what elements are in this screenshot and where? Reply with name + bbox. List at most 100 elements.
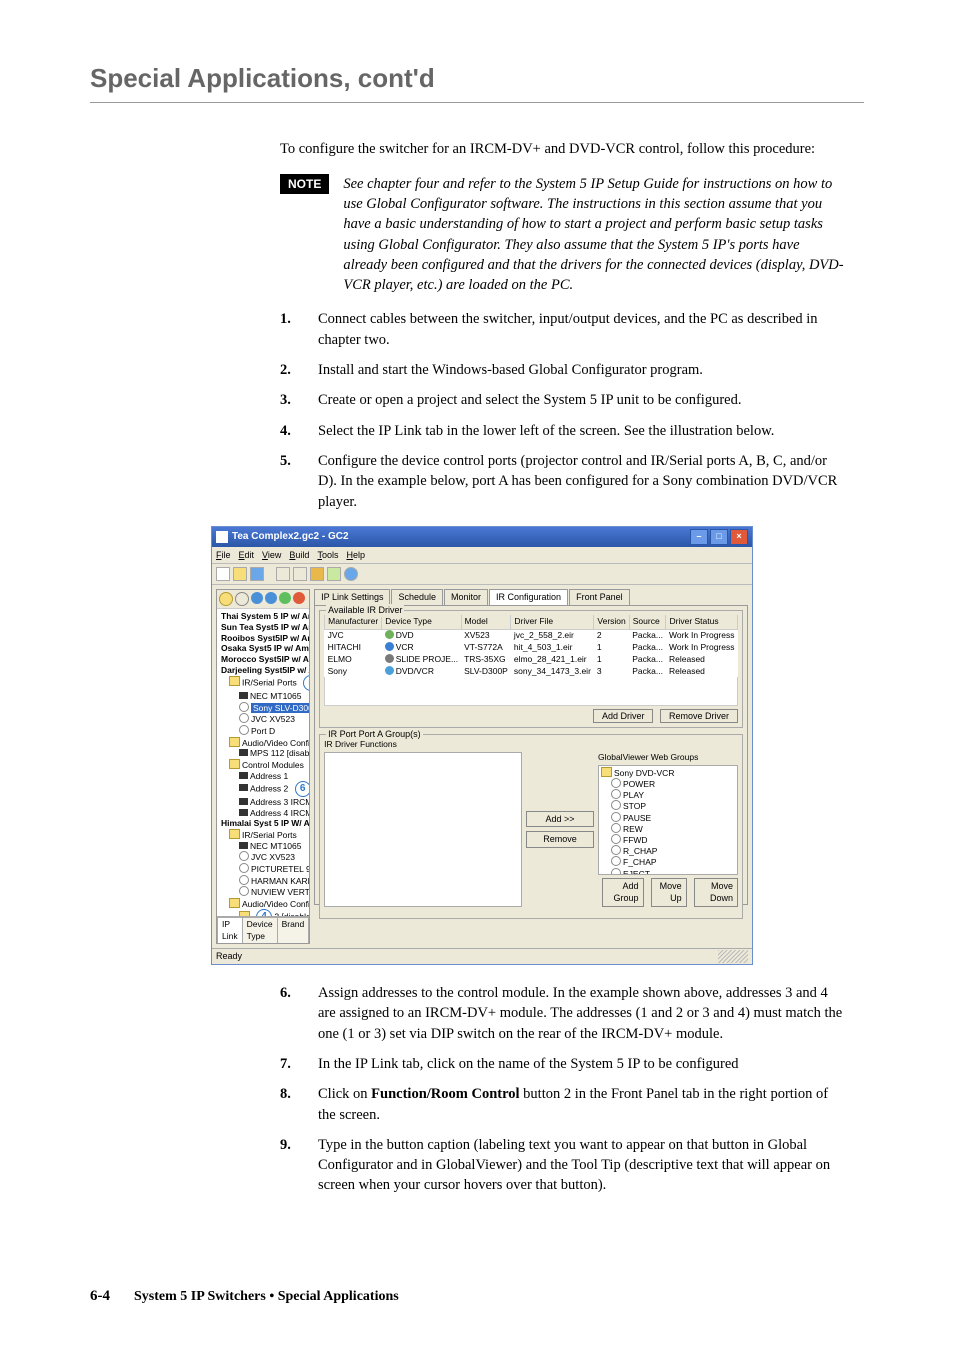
tree-node[interactable]: IR/Serial Ports [219,829,307,841]
tree-node[interactable]: JVC XV523 [219,713,307,725]
menu-build[interactable]: Build [289,550,309,560]
gv-item[interactable]: POWER [601,778,735,789]
menu-file[interactable]: File [216,550,231,560]
gv-item[interactable]: STOP [601,800,735,811]
gv-folder[interactable]: Sony DVD-VCR [601,767,735,778]
tab-ip-link-settings[interactable]: IP Link Settings [314,589,390,605]
plus-icon[interactable] [279,592,291,604]
add-button[interactable]: Add >> [526,811,594,828]
help-icon[interactable] [344,567,358,581]
tree-node[interactable]: HARMAN KARDON HK-3270 [219,875,307,887]
tree-node[interactable]: Darjeeling Syst5IP w/ Amp : 10.13.199 [219,665,307,676]
ir-port-label: IR Port Port A Group(s) [326,728,423,741]
tree-node[interactable]: Address 2 6 [219,781,307,797]
new-icon[interactable] [216,567,230,581]
tree-node[interactable]: PICTURETEL 960 [219,863,307,875]
tree-node[interactable]: NEC MT1065 [219,691,307,702]
menu-help[interactable]: Help [346,550,365,560]
tree-node[interactable]: Control Modules [219,759,307,771]
add-group-button[interactable]: Add Group [602,878,644,907]
maximize-button[interactable]: □ [710,529,728,545]
left-toolbar[interactable] [217,590,309,609]
minimize-button[interactable]: – [690,529,708,545]
cut-icon[interactable] [276,567,290,581]
column-header[interactable]: Driver Status [666,615,738,629]
remove-button[interactable]: Remove [526,831,594,848]
tree-node[interactable]: Morocco Syst5IP w/ Amp : 10.13.199. [219,654,307,665]
tab-device-type[interactable]: Device Type [242,917,278,944]
tab-ir-configuration[interactable]: IR Configuration [489,589,568,605]
ir-functions-list[interactable] [324,752,522,907]
steps-list-b: 6.Assign addresses to the control module… [280,983,844,1196]
toolbar[interactable] [212,564,752,585]
tab-front-panel[interactable]: Front Panel [569,589,630,605]
tree-node[interactable]: NUVIEW VERTICAL BLIND [219,886,307,898]
tool-icon[interactable] [235,592,249,606]
up-icon[interactable] [265,592,277,604]
tree-node[interactable]: Thai System 5 IP w/ Amp : 10.13.199. [219,611,307,622]
tab-ip-link[interactable]: IP Link [217,917,243,944]
tree-node[interactable]: Himalai Syst 5 IP W/ Amp : 10.13.199.2 [219,818,307,829]
tree-node[interactable]: MPS 112 [disabled] [219,748,307,759]
tree-node[interactable]: Port D [219,725,307,737]
add-folder-icon[interactable] [219,592,233,606]
menu-tools[interactable]: Tools [317,550,338,560]
tree-node[interactable]: Sun Tea Syst5 IP w/ Amp : 10.13.199. [219,622,307,633]
tree-node[interactable]: Address 1 [219,771,307,782]
gv-item[interactable]: REW [601,823,735,834]
close-button[interactable]: × [730,529,748,545]
column-header[interactable]: Device Type [382,615,461,629]
column-header[interactable]: Driver File [511,615,594,629]
column-header[interactable]: Model [461,615,511,629]
right-tabs[interactable]: IP Link SettingsScheduleMonitorIR Config… [314,589,748,605]
gv-item[interactable]: PLAY [601,789,735,800]
menubar[interactable]: File Edit View Build Tools Help [212,547,752,565]
tree-node[interactable]: JVC XV523 [219,851,307,863]
left-panel: Thai System 5 IP w/ Amp : 10.13.199.Sun … [216,589,310,944]
minus-icon[interactable] [293,592,305,604]
save-icon[interactable] [250,567,264,581]
resize-grip[interactable] [718,950,748,963]
tab-brand[interactable]: Brand [277,917,310,944]
tree-node[interactable]: Sony SLV-D300P [219,702,307,714]
tree-node[interactable]: Audio/Video Configuration [219,898,307,910]
table-row[interactable]: HITACHIVCRVT-S772Ahit_4_503_1.eir1Packa.… [325,642,738,654]
table-row[interactable]: ELMOSLIDE PROJE...TRS-35XGelmo_28_421_1.… [325,654,738,666]
tab-schedule[interactable]: Schedule [391,589,443,605]
driver-table[interactable]: ManufacturerDevice TypeModelDriver FileV… [324,615,738,677]
tab-monitor[interactable]: Monitor [444,589,488,605]
move-down-button[interactable]: Move Down [694,878,738,907]
gv-groups-list[interactable]: Sony DVD-VCRPOWERPLAYSTOPPAUSEREWFFWDR_C… [598,765,738,875]
paste-icon[interactable] [310,567,324,581]
tree-node[interactable]: NEC MT1065 [219,841,307,852]
tree-node[interactable]: Audio/Video Configuration [219,737,307,749]
add-driver-button[interactable]: Add Driver [593,709,654,723]
build-icon[interactable] [327,567,341,581]
column-header[interactable]: Source [629,615,666,629]
menu-view[interactable]: View [262,550,281,560]
column-header[interactable]: Version [594,615,629,629]
gv-item[interactable]: R_CHAP [601,845,735,856]
step-item: 5.Configure the device control ports (pr… [280,451,844,512]
gv-item[interactable]: FFWD [601,834,735,845]
open-icon[interactable] [233,567,247,581]
tree-node[interactable]: Address 4 IRCM DV+ [VCR] [219,808,307,819]
column-header[interactable]: Manufacturer [325,615,382,629]
move-up-button[interactable]: Move Up [651,878,687,907]
down-icon[interactable] [251,592,263,604]
tree-node[interactable]: Osaka Syst5 IP w/ Amp : 10.13.199.2 [219,643,307,654]
left-tabs[interactable]: IP Link Device Type Brand GlobalView [217,916,309,944]
remove-driver-button[interactable]: Remove Driver [660,709,738,723]
copy-icon[interactable] [293,567,307,581]
gv-item[interactable]: F_CHAP [601,856,735,867]
tree-node[interactable]: Rooibos Syst5IP w/ Amp : 10.13.199.2 [219,633,307,644]
table-row[interactable]: JVCDVDXV523jvc_2_558_2.eir2Packa...Work … [325,629,738,641]
tree-node[interactable]: Address 3 IRCM DV+ [DVD] [219,797,307,808]
device-tree[interactable]: Thai System 5 IP w/ Amp : 10.13.199.Sun … [217,609,309,943]
menu-edit[interactable]: Edit [239,550,255,560]
tab-globalview[interactable]: GlobalView [308,917,310,944]
gv-item[interactable]: EJECT [601,868,735,875]
table-row[interactable]: SonyDVD/VCRSLV-D300Psony_34_1473_3.eir3P… [325,666,738,678]
tree-node[interactable]: IR/Serial Ports 5 [219,675,307,691]
gv-item[interactable]: PAUSE [601,812,735,823]
